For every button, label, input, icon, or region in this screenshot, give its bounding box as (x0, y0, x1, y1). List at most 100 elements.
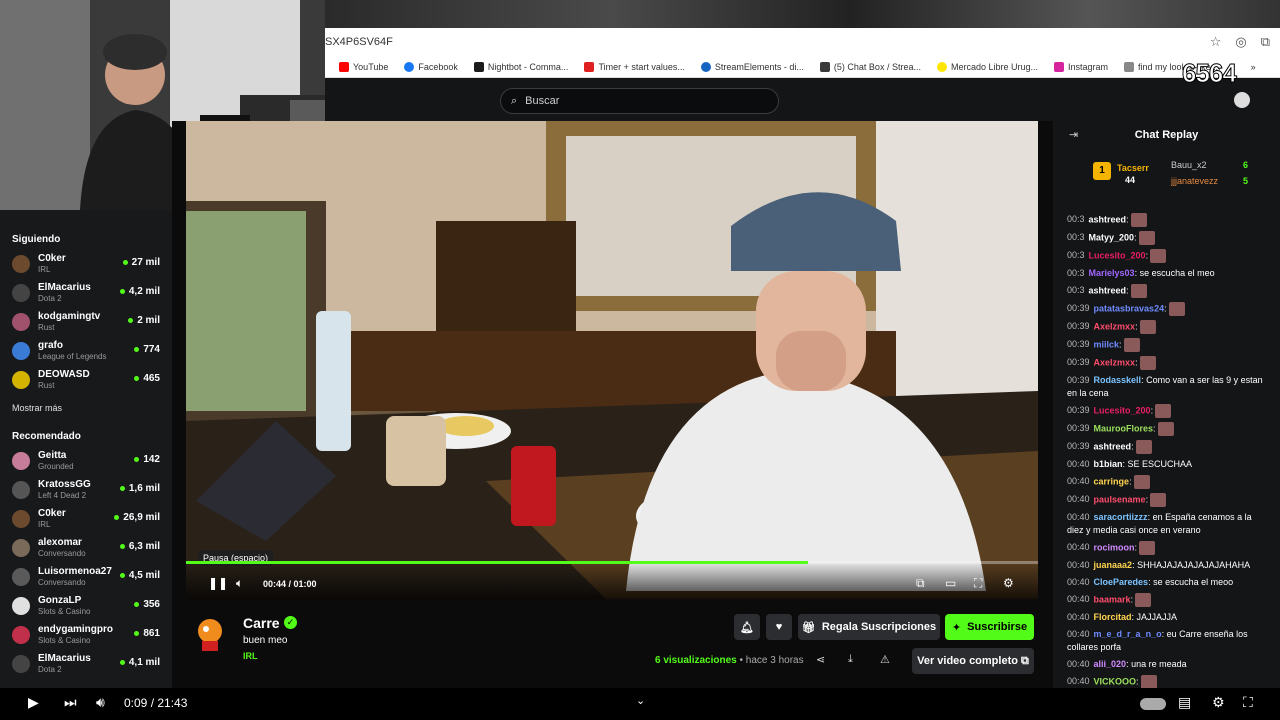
message-username[interactable]: b1bian (1094, 459, 1123, 469)
user-avatar[interactable] (1234, 92, 1250, 108)
bookmark-facebook[interactable]: Facebook (404, 61, 458, 72)
message-username[interactable]: Marielys03 (1089, 268, 1135, 278)
message-time: 00:40 (1067, 676, 1090, 687)
sidebar-channel-endygamingpro[interactable]: endygamingpro Slots & Casino 861 (12, 620, 160, 649)
sidebar-channel-geitta[interactable]: Geitta Grounded 142 (12, 446, 160, 475)
channel-name[interactable]: Carre (243, 615, 280, 631)
live-dot-icon (119, 573, 125, 578)
volume-icon[interactable]: 🔈︎ (236, 576, 243, 591)
message-username[interactable]: Axelzmxx (1094, 321, 1136, 331)
sidebar-channel-kratossgg[interactable]: KratossGG Left 4 Dead 2 1,6 mil (12, 475, 160, 504)
bookmark-youtube[interactable]: YouTube (339, 61, 388, 72)
bookmark-mercadolibre[interactable]: Mercado Libre Urug... (936, 61, 1038, 72)
sidebar-channel-elmacarius[interactable]: ElMacarius Dota 2 4,2 mil (12, 278, 160, 307)
bookmark-instagram[interactable]: Instagram (1054, 61, 1108, 72)
video-category[interactable]: IRL (243, 651, 258, 661)
message-text: : JAJJAJJA (1131, 612, 1178, 622)
bookmark-nightbot[interactable]: Nightbot - Comma... (473, 61, 568, 72)
chat-message: 00:40 baamark: (1053, 591, 1280, 609)
message-time: 00:39 (1067, 423, 1090, 434)
channel-avatar[interactable] (190, 613, 230, 653)
download-icon[interactable]: ⤓ (848, 653, 853, 666)
chat-message: 00:40 CloeParedes: se escucha el meoo (1053, 574, 1280, 591)
message-username[interactable]: MaurooFlores (1094, 423, 1154, 433)
message-username[interactable]: VICKOOO (1094, 676, 1137, 686)
sidebar-channel-c0ker[interactable]: C0ker IRL 27 mil (12, 249, 160, 278)
gifter-name[interactable]: jjjanatevezz (1171, 176, 1218, 186)
message-time: 00:40 (1067, 459, 1090, 469)
follow-button[interactable]: ♥ (766, 614, 792, 640)
fullscreen-icon[interactable]: ⛶ (974, 576, 982, 591)
live-dot-icon (119, 660, 125, 665)
message-username[interactable]: patatasbravas24 (1094, 303, 1165, 313)
message-username[interactable]: carringe (1094, 476, 1130, 486)
browser-address-bar[interactable]: SX4P6SV64F ☆ ◎ ⧉ (325, 28, 1280, 56)
pause-icon[interactable]: ❚❚ (208, 576, 228, 590)
volume-icon[interactable]: 🔊︎ (96, 694, 105, 711)
message-username[interactable]: alii_020 (1094, 659, 1127, 669)
message-username[interactable]: m_e_d_r_a_n_o (1094, 629, 1162, 639)
sidebar-channel-kodgamingtv[interactable]: kodgamingtv Rust 2 mil (12, 307, 160, 336)
message-time: 00:40 (1067, 612, 1090, 622)
settings-icon[interactable]: ⚙ (1003, 576, 1014, 590)
notification-button[interactable]: 🔔︎ (734, 614, 760, 640)
sidebar-channel-deowasd[interactable]: DEOWASD Rust 465 (12, 365, 160, 394)
bookmarks-overflow[interactable]: » (1251, 62, 1256, 72)
sidebar-channel-grafo[interactable]: grafo League of Legends 774 (12, 336, 160, 365)
puzzle-icon[interactable]: ⧉ (1261, 34, 1270, 50)
message-username[interactable]: saracortiizzz (1094, 512, 1148, 522)
subtitles-icon[interactable]: ▤ (1178, 694, 1191, 711)
report-icon[interactable]: ⚠ (880, 653, 890, 666)
message-username[interactable]: Lucesito_200 (1089, 250, 1146, 260)
message-username[interactable]: CloeParedes (1094, 577, 1149, 587)
message-username[interactable]: Matyy_200 (1089, 232, 1135, 242)
sidebar-channel-gonzalp[interactable]: GonzaLP Slots & Casino 356 (12, 591, 160, 620)
bookmark-timer[interactable]: Timer + start values... (584, 61, 685, 72)
gifter-name[interactable]: Bauu_x2 (1171, 160, 1207, 170)
video-player[interactable] (186, 121, 1038, 599)
message-username[interactable]: Rodasskell (1094, 375, 1142, 385)
sub-counter-overlay: 6564 (1182, 58, 1238, 89)
chevron-down-icon[interactable]: ⌄ (636, 694, 645, 707)
message-username[interactable]: ashtreed (1089, 285, 1127, 295)
sidebar-channel-elmacarius-rec[interactable]: ElMacarius Dota 2 4,1 mil (12, 649, 160, 678)
message-username[interactable]: ashtreed (1089, 214, 1127, 224)
theater-icon[interactable]: ▭ (945, 576, 956, 590)
message-username[interactable]: rocimoon (1094, 542, 1135, 552)
pip-icon[interactable]: ⧉ (916, 576, 925, 591)
message-text: : (1145, 250, 1149, 261)
message-username[interactable]: juanaaa2 (1094, 560, 1133, 570)
sidebar-channel-luisormenoa27[interactable]: Luisormenoa27 Conversando 4,5 mil (12, 562, 160, 591)
live-dot-icon (122, 260, 128, 265)
top-gifter-name[interactable]: Tacserr (1117, 163, 1149, 173)
message-username[interactable]: Axelzmxx (1094, 357, 1136, 367)
message-username[interactable]: miilck (1094, 339, 1120, 349)
sidebar-channel-c0ker-rec[interactable]: C0ker IRL 26,9 mil (12, 504, 160, 533)
message-username[interactable]: Lucesito_200 (1094, 405, 1151, 415)
autoplay-toggle[interactable] (1140, 698, 1166, 710)
message-username[interactable]: paulsename (1094, 494, 1146, 504)
url-text[interactable]: SX4P6SV64F (325, 36, 393, 48)
progress-bar[interactable] (186, 561, 1038, 564)
play-icon[interactable]: ▶ (28, 694, 39, 711)
settings-icon[interactable]: ⚙ (1212, 694, 1225, 711)
subscribe-button[interactable]: ✦ Suscribirse (945, 614, 1034, 640)
gift-subs-button[interactable]: 🎁︎ Regala Suscripciones (798, 614, 940, 640)
star-icon[interactable]: ☆ (1210, 34, 1222, 50)
show-more-link[interactable]: Mostrar más (12, 403, 160, 413)
sidebar-channel-alexomar[interactable]: alexomar Conversando 6,3 mil (12, 533, 160, 562)
bookmark-chatbox[interactable]: (5) Chat Box / Strea... (819, 61, 921, 72)
extension-icon[interactable]: ◎ (1235, 34, 1246, 50)
facebook-icon (404, 61, 415, 72)
exit-fullscreen-icon[interactable]: ⛶ (1243, 694, 1253, 711)
message-username[interactable]: ashtreed (1094, 441, 1132, 451)
live-dot-icon (134, 376, 140, 381)
next-icon[interactable]: ⏭ (64, 694, 77, 711)
share-icon[interactable]: ⋖ (816, 653, 825, 666)
full-video-button[interactable]: Ver video completo ⧉ (912, 648, 1034, 674)
search-input[interactable]: ⌕ Buscar (500, 88, 779, 114)
bookmark-streamelements[interactable]: StreamElements - di... (700, 61, 804, 72)
message-time: 00:39 (1067, 357, 1090, 368)
message-username[interactable]: baamark (1094, 594, 1131, 604)
message-username[interactable]: Florcitad (1094, 612, 1132, 622)
